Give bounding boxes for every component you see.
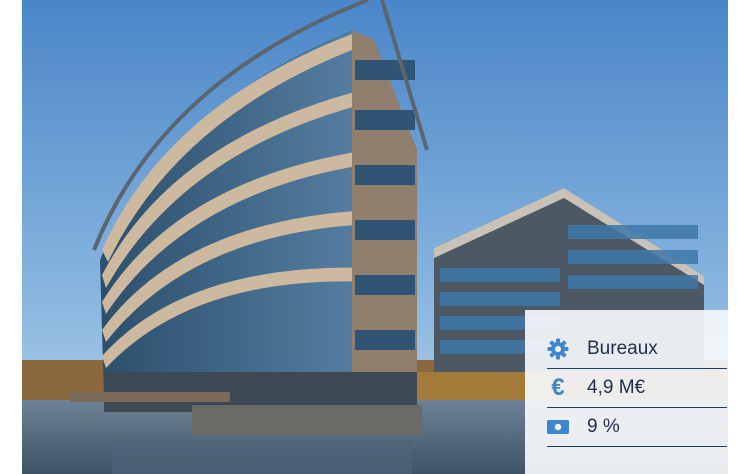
price-row: € 4,9 M€ <box>547 369 727 408</box>
property-info-card: Bureaux € 4,9 M€ 9 % <box>525 310 728 474</box>
gear-icon <box>547 338 569 360</box>
banknote-icon <box>547 416 569 438</box>
yield-row: 9 % <box>547 408 727 447</box>
euro-icon: € <box>551 374 565 401</box>
price-label: 4,9 M€ <box>587 377 646 398</box>
yield-label: 9 % <box>587 416 620 437</box>
property-type-label: Bureaux <box>587 338 658 359</box>
property-type-row: Bureaux <box>547 330 727 369</box>
